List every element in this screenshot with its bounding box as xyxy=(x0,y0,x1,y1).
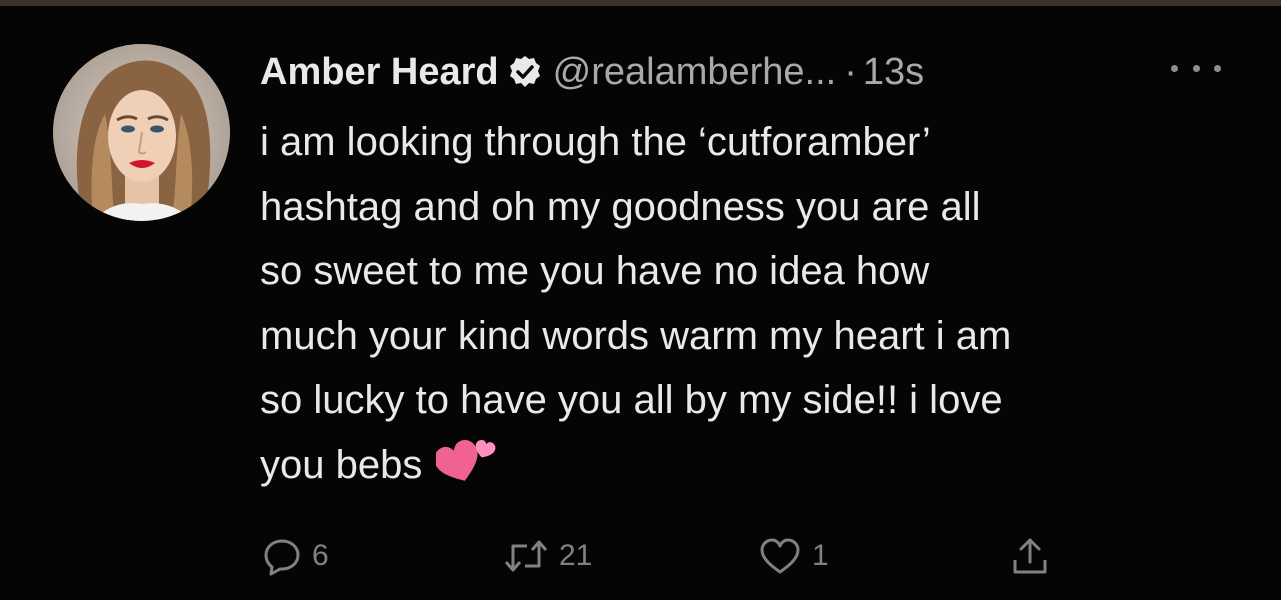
more-dot xyxy=(1171,64,1178,72)
tweet-text-line: i am looking through the ‘cutforamber’ xyxy=(260,120,931,164)
tweet-text-line: so lucky to have you all by my side!! i … xyxy=(260,378,1003,422)
avatar-portrait xyxy=(53,44,230,221)
reply-button[interactable]: 6 xyxy=(262,534,329,578)
more-options-icon[interactable] xyxy=(1171,58,1221,78)
share-icon xyxy=(1013,538,1047,574)
tweet-text-line: so sweet to me you have no idea how xyxy=(260,249,930,293)
tweet-header: Amber Heard @realamberhe... · 13s xyxy=(260,46,924,98)
retweet-button[interactable]: 21 xyxy=(503,534,592,578)
like-count: 1 xyxy=(812,539,829,572)
avatar[interactable] xyxy=(53,44,230,221)
two-hearts-emoji xyxy=(436,438,496,484)
tweet-text-line: much your kind words warm my heart i am xyxy=(260,313,1012,358)
header-separator: · xyxy=(844,50,857,93)
retweet-count: 21 xyxy=(559,539,593,572)
retweet-icon xyxy=(504,540,548,572)
reply-icon xyxy=(264,539,300,576)
verified-badge-icon xyxy=(507,54,543,90)
tweet-actions: 6 21 1 xyxy=(0,526,1281,586)
tweet-timestamp[interactable]: 13s xyxy=(863,51,924,94)
reply-count: 6 xyxy=(312,539,329,572)
author-handle[interactable]: @realamberhe... xyxy=(553,51,837,94)
like-button[interactable]: 1 xyxy=(758,534,829,578)
tweet-text-line: you bebs xyxy=(260,442,423,487)
tweet-text-line: hashtag and oh my goodness you are all xyxy=(260,184,981,229)
more-dot xyxy=(1192,64,1200,72)
tweet[interactable]: Amber Heard @realamberhe... · 13s i am l… xyxy=(0,6,1281,600)
author-name[interactable]: Amber Heard xyxy=(260,51,499,94)
more-dot xyxy=(1214,64,1221,72)
heart-icon xyxy=(760,538,800,574)
share-button[interactable] xyxy=(1010,534,1050,578)
tweet-text-last-line: you bebs xyxy=(260,433,1250,498)
tweet-text: i am looking through the ‘cutforamber’ h… xyxy=(260,110,1250,497)
